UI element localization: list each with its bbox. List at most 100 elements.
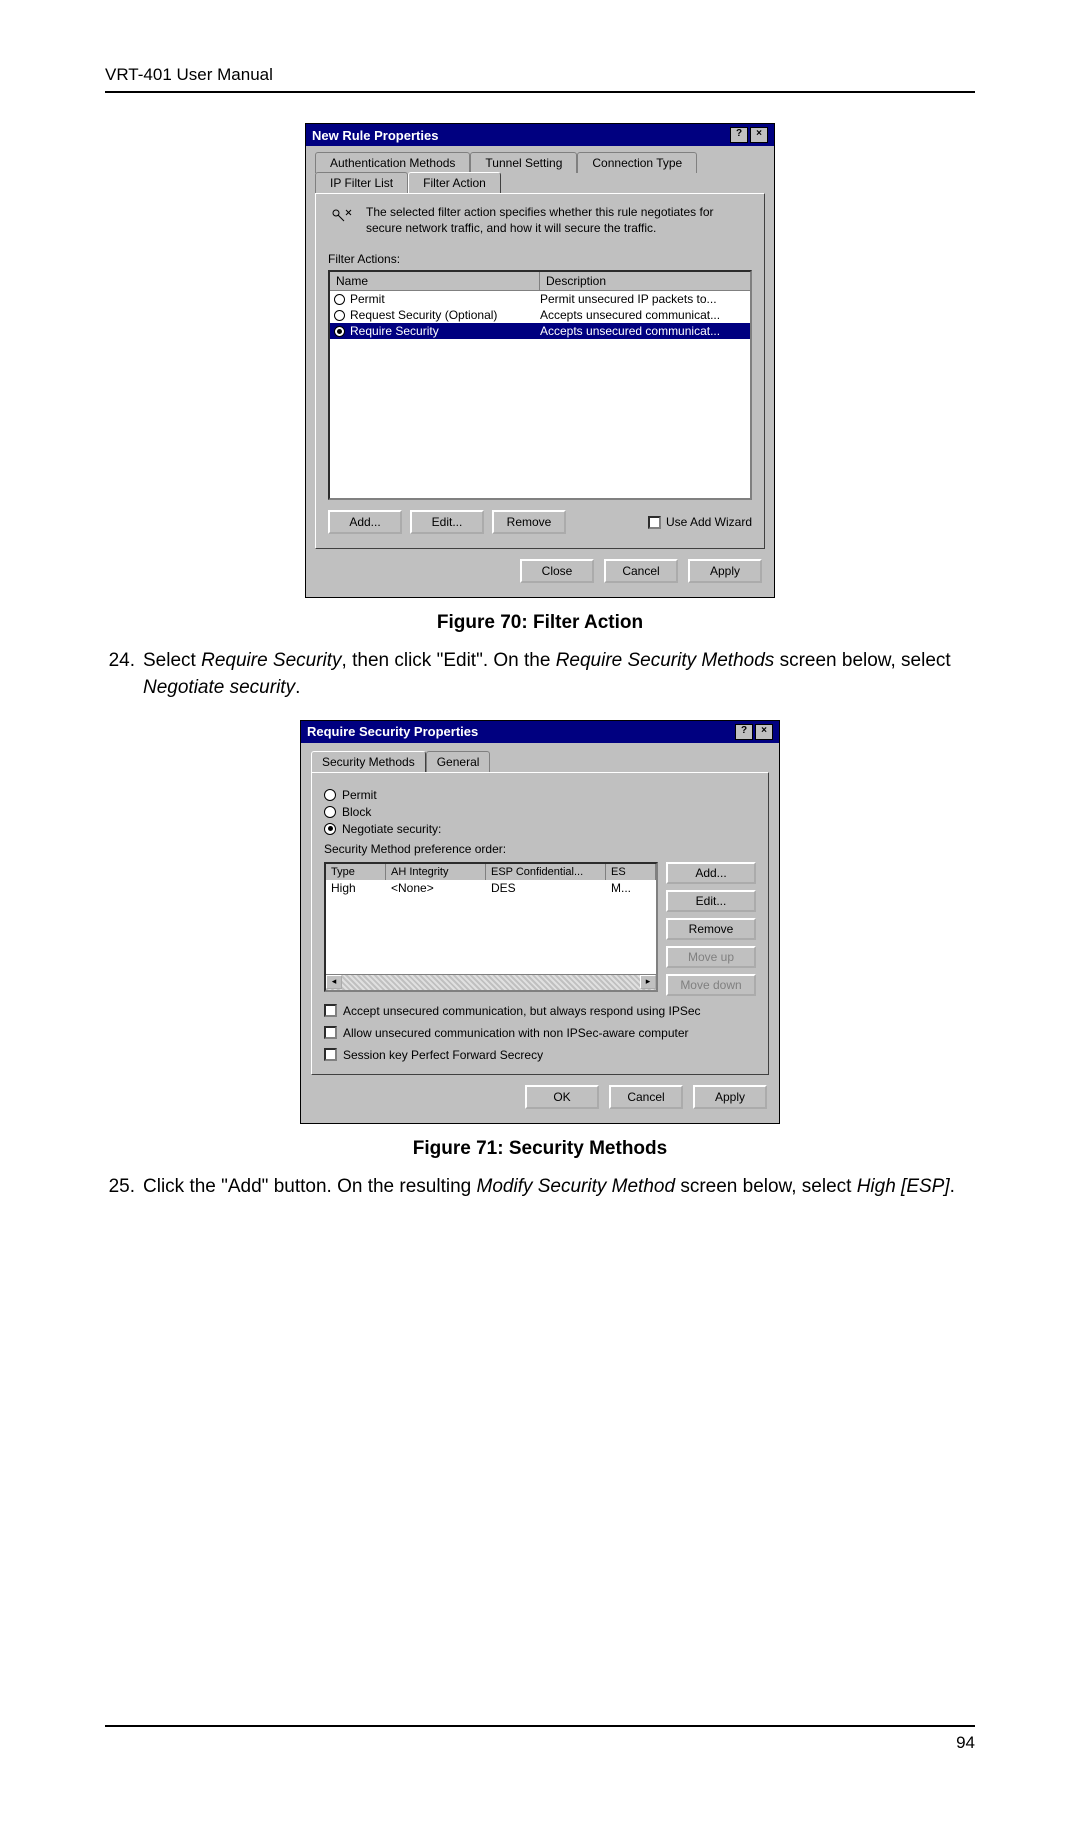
tab-connection-type[interactable]: Connection Type [577,152,697,173]
column-name[interactable]: Name [330,272,540,290]
tab-row-1: Authentication Methods Tunnel Setting Co… [315,152,765,173]
radio-icon[interactable] [324,789,336,801]
tab-security-methods[interactable]: Security Methods [311,751,426,772]
titlebar-buttons: ? × [730,127,768,143]
help-icon[interactable]: ? [735,724,753,740]
column-description[interactable]: Description [540,272,750,290]
table-row[interactable]: High <None> DES M... [326,880,656,896]
row-name: Require Security [350,324,439,338]
radio-label: Permit [342,788,377,802]
check-accept-unsecured[interactable]: Accept unsecured communication, but alwa… [324,1004,756,1018]
ok-button[interactable]: OK [525,1085,599,1109]
remove-button[interactable]: Remove [666,918,756,940]
apply-button[interactable]: Apply [693,1085,767,1109]
scroll-right-icon[interactable]: ▸ [640,975,656,989]
filter-action-icon [328,204,356,232]
require-security-properties-dialog: Require Security Properties ? × Security… [300,720,780,1124]
col-type[interactable]: Type [326,864,386,880]
dialog-titlebar: New Rule Properties ? × [306,124,774,146]
col-esp-confidential[interactable]: ESP Confidential... [486,864,606,880]
emphasis: Require Security [201,650,341,671]
checkbox-label: Session key Perfect Forward Secrecy [343,1048,543,1062]
figure-71-caption: Figure 71: Security Methods [413,1138,667,1160]
row-desc: Accepts unsecured communicat... [540,308,746,322]
hint-row: The selected filter action specifies whe… [328,204,752,236]
add-button[interactable]: Add... [328,510,402,534]
close-button[interactable]: Close [520,559,594,583]
apply-button[interactable]: Apply [688,559,762,583]
dialog-title: Require Security Properties [307,724,478,739]
radio-icon[interactable] [334,310,345,321]
checkbox-icon[interactable] [648,516,661,529]
figure-70-caption: Figure 70: Filter Action [437,612,643,634]
scroll-left-icon[interactable]: ◂ [326,975,342,989]
close-icon[interactable]: × [755,724,773,740]
dialog-footer: OK Cancel Apply [301,1075,779,1123]
cell-esp: DES [486,880,606,896]
radio-icon[interactable] [334,294,345,305]
tab-tunnel-setting[interactable]: Tunnel Setting [470,152,577,173]
text-fragment: Click the "Add" button. On the resulting [143,1176,477,1197]
page-footer: 94 [105,1725,975,1753]
add-button[interactable]: Add... [666,862,756,884]
dialog-titlebar: Require Security Properties ? × [301,721,779,743]
list-row-request-security[interactable]: Request Security (Optional) Accepts unse… [330,307,750,323]
radio-label: Block [342,805,371,819]
instruction-25: 25. Click the "Add" button. On the resul… [105,1174,975,1201]
radio-icon[interactable] [324,806,336,818]
tab-ip-filter-list[interactable]: IP Filter List [315,172,408,193]
checkbox-icon[interactable] [324,1026,337,1039]
tab-panel-security-methods: Permit Block Negotiate security: Securit… [311,772,769,1075]
help-icon[interactable]: ? [730,127,748,143]
instruction-24: 24. Select Require Security, then click … [105,648,975,701]
radio-icon[interactable] [334,326,345,337]
radio-icon[interactable] [324,823,336,835]
tab-container: Security Methods General Permit Block Ne… [301,743,779,1075]
remove-button[interactable]: Remove [492,510,566,534]
security-methods-table[interactable]: Type AH Integrity ESP Confidential... ES… [324,862,658,992]
filter-actions-list[interactable]: Name Description Permit Permit unsecured… [328,270,752,500]
checkbox-icon[interactable] [324,1048,337,1061]
tab-row: Security Methods General [311,751,769,772]
move-down-button[interactable]: Move down [666,974,756,996]
edit-button[interactable]: Edit... [410,510,484,534]
titlebar-buttons: ? × [735,724,773,740]
radio-negotiate[interactable]: Negotiate security: [324,822,756,836]
list-row-permit[interactable]: Permit Permit unsecured IP packets to... [330,291,750,307]
row-name: Request Security (Optional) [350,308,497,322]
row-desc: Permit unsecured IP packets to... [540,292,746,306]
list-row-require-security[interactable]: Require Security Accepts unsecured commu… [330,323,750,339]
horizontal-scrollbar[interactable]: ◂ ▸ [326,974,656,990]
move-up-button[interactable]: Move up [666,946,756,968]
cell-type: High [326,880,386,896]
tab-row-2: IP Filter List Filter Action [315,172,765,193]
dialog-footer: Close Cancel Apply [306,549,774,597]
radio-block[interactable]: Block [324,805,756,819]
cell-es: M... [606,880,656,896]
step-number: 24. [105,648,143,701]
cancel-button[interactable]: Cancel [609,1085,683,1109]
tab-filter-action[interactable]: Filter Action [408,172,501,193]
tab-auth-methods[interactable]: Authentication Methods [315,152,470,173]
cancel-button[interactable]: Cancel [604,559,678,583]
radio-permit[interactable]: Permit [324,788,756,802]
step-text: Click the "Add" button. On the resulting… [143,1174,955,1201]
methods-table-wrap: Type AH Integrity ESP Confidential... ES… [324,862,658,996]
col-es[interactable]: ES [606,864,656,880]
table-header: Type AH Integrity ESP Confidential... ES [326,864,656,880]
checkbox-label: Accept unsecured communication, but alwa… [343,1004,701,1018]
methods-button-column: Add... Edit... Remove Move up Move down [666,862,756,996]
close-icon[interactable]: × [750,127,768,143]
checkbox-icon[interactable] [324,1004,337,1017]
dialog-title: New Rule Properties [312,128,438,143]
text-fragment: screen below, select [774,650,950,671]
new-rule-properties-dialog: New Rule Properties ? × Authentication M… [305,123,775,598]
col-ah-integrity[interactable]: AH Integrity [386,864,486,880]
figure-71-block: Require Security Properties ? × Security… [105,720,975,1160]
check-allow-unsecured[interactable]: Allow unsecured communication with non I… [324,1026,756,1040]
use-add-wizard-option[interactable]: Use Add Wizard [648,515,752,529]
tab-general[interactable]: General [426,751,491,772]
check-session-key-pfs[interactable]: Session key Perfect Forward Secrecy [324,1048,756,1062]
edit-button[interactable]: Edit... [666,890,756,912]
emphasis: Require Security Methods [556,650,775,671]
